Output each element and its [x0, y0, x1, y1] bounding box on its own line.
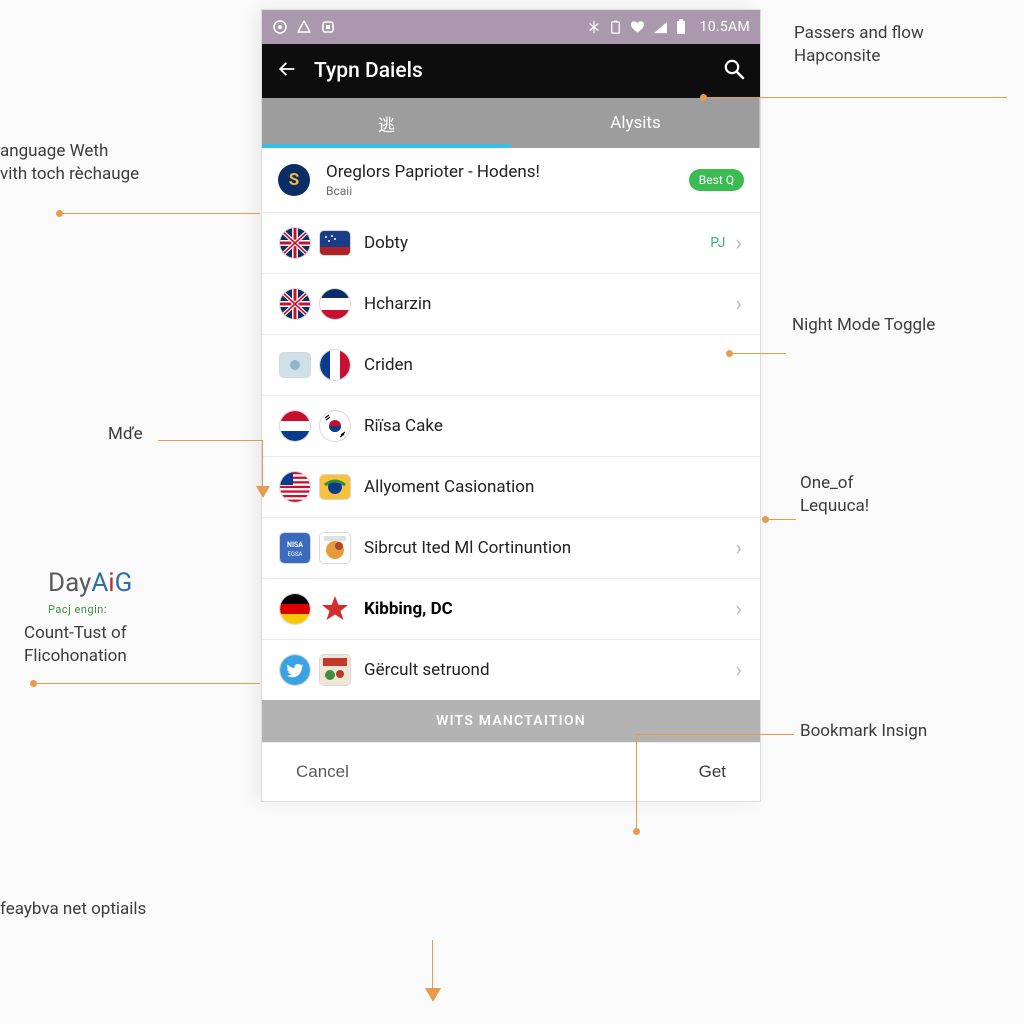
badge-icon: NISA EGSA	[280, 533, 310, 563]
flag-france-icon	[320, 350, 350, 380]
row-label: Dobty	[364, 233, 710, 253]
list: S Oreglors Paprioter - Hodens! Bcaii Bes…	[262, 148, 760, 801]
list-item[interactable]: Gërcult setruond ›	[262, 640, 760, 700]
cancel-button[interactable]: Cancel	[290, 761, 355, 783]
list-item[interactable]: Dobty PJ ›	[262, 213, 760, 274]
callout-dot	[633, 828, 640, 835]
callout-leader	[60, 213, 260, 214]
flag-icon	[320, 289, 350, 319]
chevron-right-icon: ›	[735, 597, 742, 622]
callout-one-of: One_ofLequuca!	[800, 472, 869, 518]
twitter-icon	[280, 655, 310, 685]
flag-icon	[320, 475, 350, 499]
tab-label: Alysits	[610, 113, 661, 133]
flag-germany-icon	[280, 594, 310, 624]
best-badge: Best Q	[689, 169, 744, 191]
signal-icon	[653, 21, 668, 34]
row-label: Sibrcut Ited Ml Cortinuntion	[364, 538, 735, 558]
callout-leader	[768, 519, 796, 520]
app-bar: Typn Daiels	[262, 44, 760, 98]
battery-saver-icon	[609, 20, 622, 35]
list-item[interactable]: Hcharzin ›	[262, 274, 760, 335]
page-title: Typn Daiels	[314, 59, 722, 83]
callout-leader	[707, 97, 1007, 98]
bottom-actions: Cancel Get	[262, 742, 760, 801]
flag-korea-icon	[320, 411, 350, 441]
flag-icon	[320, 231, 350, 255]
clock: 10.5AM	[700, 19, 750, 35]
callout-leader	[158, 440, 262, 441]
get-button[interactable]: Get	[693, 761, 732, 783]
flag-icon	[280, 353, 310, 377]
arrowhead-icon	[425, 988, 441, 1002]
callout-language: anguage Wethvith toch rèchauge	[0, 140, 139, 186]
svg-text:EGSA: EGSA	[288, 551, 303, 558]
callout-mde: Mďe	[108, 423, 143, 446]
callout-count: Count-Tust ofFlicohonation	[24, 622, 127, 668]
callout-leader	[432, 940, 433, 992]
callout-night-mode: Night Mode Toggle	[792, 314, 935, 337]
callout-leader	[262, 440, 263, 492]
callout-bottom-left: feaybva net optiails	[0, 898, 146, 921]
flag-uk-icon	[280, 228, 310, 258]
section-header: WITS MANCTAITION	[262, 700, 760, 742]
row-label: Riïsa Cake	[364, 416, 742, 436]
chevron-right-icon: ›	[735, 536, 742, 561]
tab-icon: 逃	[378, 111, 395, 136]
featured-subtitle: Bcaii	[326, 184, 689, 198]
bluetooth-icon	[587, 20, 601, 34]
featured-avatar: S	[278, 164, 310, 196]
callout-bookmark: Bookmark Insign	[800, 720, 927, 743]
list-item[interactable]: Riïsa Cake	[262, 396, 760, 457]
flag-uk-icon	[280, 289, 310, 319]
row-tail-text: PJ	[710, 235, 725, 251]
status-bar: 10.5AM	[262, 10, 760, 44]
tab-bar: 逃 Alysits	[262, 98, 760, 148]
callout-leader	[636, 734, 794, 735]
logo-dayaig: DayAiG Pacj engin:	[48, 566, 132, 618]
row-label: Hcharzin	[364, 294, 735, 314]
flag-icon	[320, 533, 350, 563]
heart-icon	[630, 20, 645, 34]
callout-leader	[636, 734, 637, 830]
row-label: Kibbing, DC	[364, 599, 735, 619]
flag-netherlands-icon	[280, 411, 310, 441]
phone-screen: 10.5AM Typn Daiels 逃 Alysits S Oreglors …	[262, 10, 760, 801]
status-icon	[272, 19, 288, 35]
search-button[interactable]	[722, 57, 746, 85]
flag-us-icon	[280, 472, 310, 502]
chevron-right-icon: ›	[735, 231, 742, 256]
tab-alysits[interactable]: Alysits	[511, 98, 760, 148]
svg-text:NISA: NISA	[287, 541, 303, 549]
star-icon	[320, 594, 350, 624]
callout-passers: Passers and flowHapconsite	[794, 22, 924, 68]
list-item[interactable]: NISA EGSA Sibrcut Ited Ml Cortinuntion ›	[262, 518, 760, 579]
chevron-right-icon: ›	[735, 292, 742, 317]
callout-leader	[732, 353, 786, 354]
list-item[interactable]: Kibbing, DC ›	[262, 579, 760, 640]
row-label: Gërcult setruond	[364, 660, 735, 680]
chevron-right-icon: ›	[735, 658, 742, 683]
featured-row[interactable]: S Oreglors Paprioter - Hodens! Bcaii Bes…	[262, 148, 760, 213]
row-label: Allyoment Casionation	[364, 477, 742, 497]
callout-leader	[36, 683, 260, 684]
list-item[interactable]: Allyoment Casionation	[262, 457, 760, 518]
battery-icon	[676, 19, 686, 35]
warning-icon	[296, 19, 312, 35]
row-label: Criden	[364, 355, 742, 375]
featured-title: Oreglors Paprioter - Hodens!	[326, 162, 689, 182]
status-icon	[320, 19, 336, 35]
thumbnail-icon	[320, 655, 350, 685]
back-button[interactable]	[276, 58, 298, 84]
arrowhead-icon	[256, 486, 270, 498]
tab-recent[interactable]: 逃	[262, 98, 511, 148]
list-item[interactable]: Criden	[262, 335, 760, 396]
callout-dot	[700, 94, 707, 101]
